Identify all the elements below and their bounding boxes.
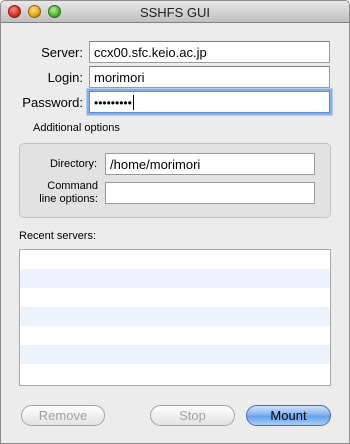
mount-button[interactable]: Mount xyxy=(246,405,331,426)
command-line-options-label: Command line options: xyxy=(15,180,98,206)
text-caret xyxy=(132,95,134,110)
server-label: Server: xyxy=(41,45,83,60)
list-item[interactable] xyxy=(20,326,330,345)
directory-field[interactable]: /home/morimori xyxy=(105,153,315,175)
sshfs-gui-window: SSHFS GUI Server: ccx00.sfc.keio.ac.jp L… xyxy=(0,0,350,444)
recent-servers-list[interactable] xyxy=(19,249,331,386)
password-field[interactable]: ••••••••• xyxy=(89,91,330,113)
password-value: ••••••••• xyxy=(94,96,132,110)
command-line-options-field[interactable] xyxy=(105,182,315,204)
stop-button[interactable]: Stop xyxy=(150,405,235,426)
list-item[interactable] xyxy=(20,364,330,383)
login-label: Login: xyxy=(47,70,83,85)
list-item[interactable] xyxy=(20,345,330,364)
list-item[interactable] xyxy=(20,269,330,288)
remove-button[interactable]: Remove xyxy=(21,405,105,426)
window-title: SSHFS GUI xyxy=(139,5,211,20)
directory-label: Directory: xyxy=(49,158,97,170)
login-field[interactable]: morimori xyxy=(89,66,330,88)
additional-options-heading: Additional options xyxy=(33,122,120,134)
title-bar[interactable]: SSHFS GUI xyxy=(1,1,349,23)
list-item[interactable] xyxy=(20,307,330,326)
command-label-line2: line options: xyxy=(39,193,98,205)
server-field[interactable]: ccx00.sfc.keio.ac.jp xyxy=(89,41,330,63)
password-label: Password: xyxy=(22,95,83,110)
recent-servers-heading: Recent servers: xyxy=(19,230,97,242)
command-label-line1: Command xyxy=(47,180,98,192)
list-item[interactable] xyxy=(20,250,330,269)
list-item[interactable] xyxy=(20,288,330,307)
